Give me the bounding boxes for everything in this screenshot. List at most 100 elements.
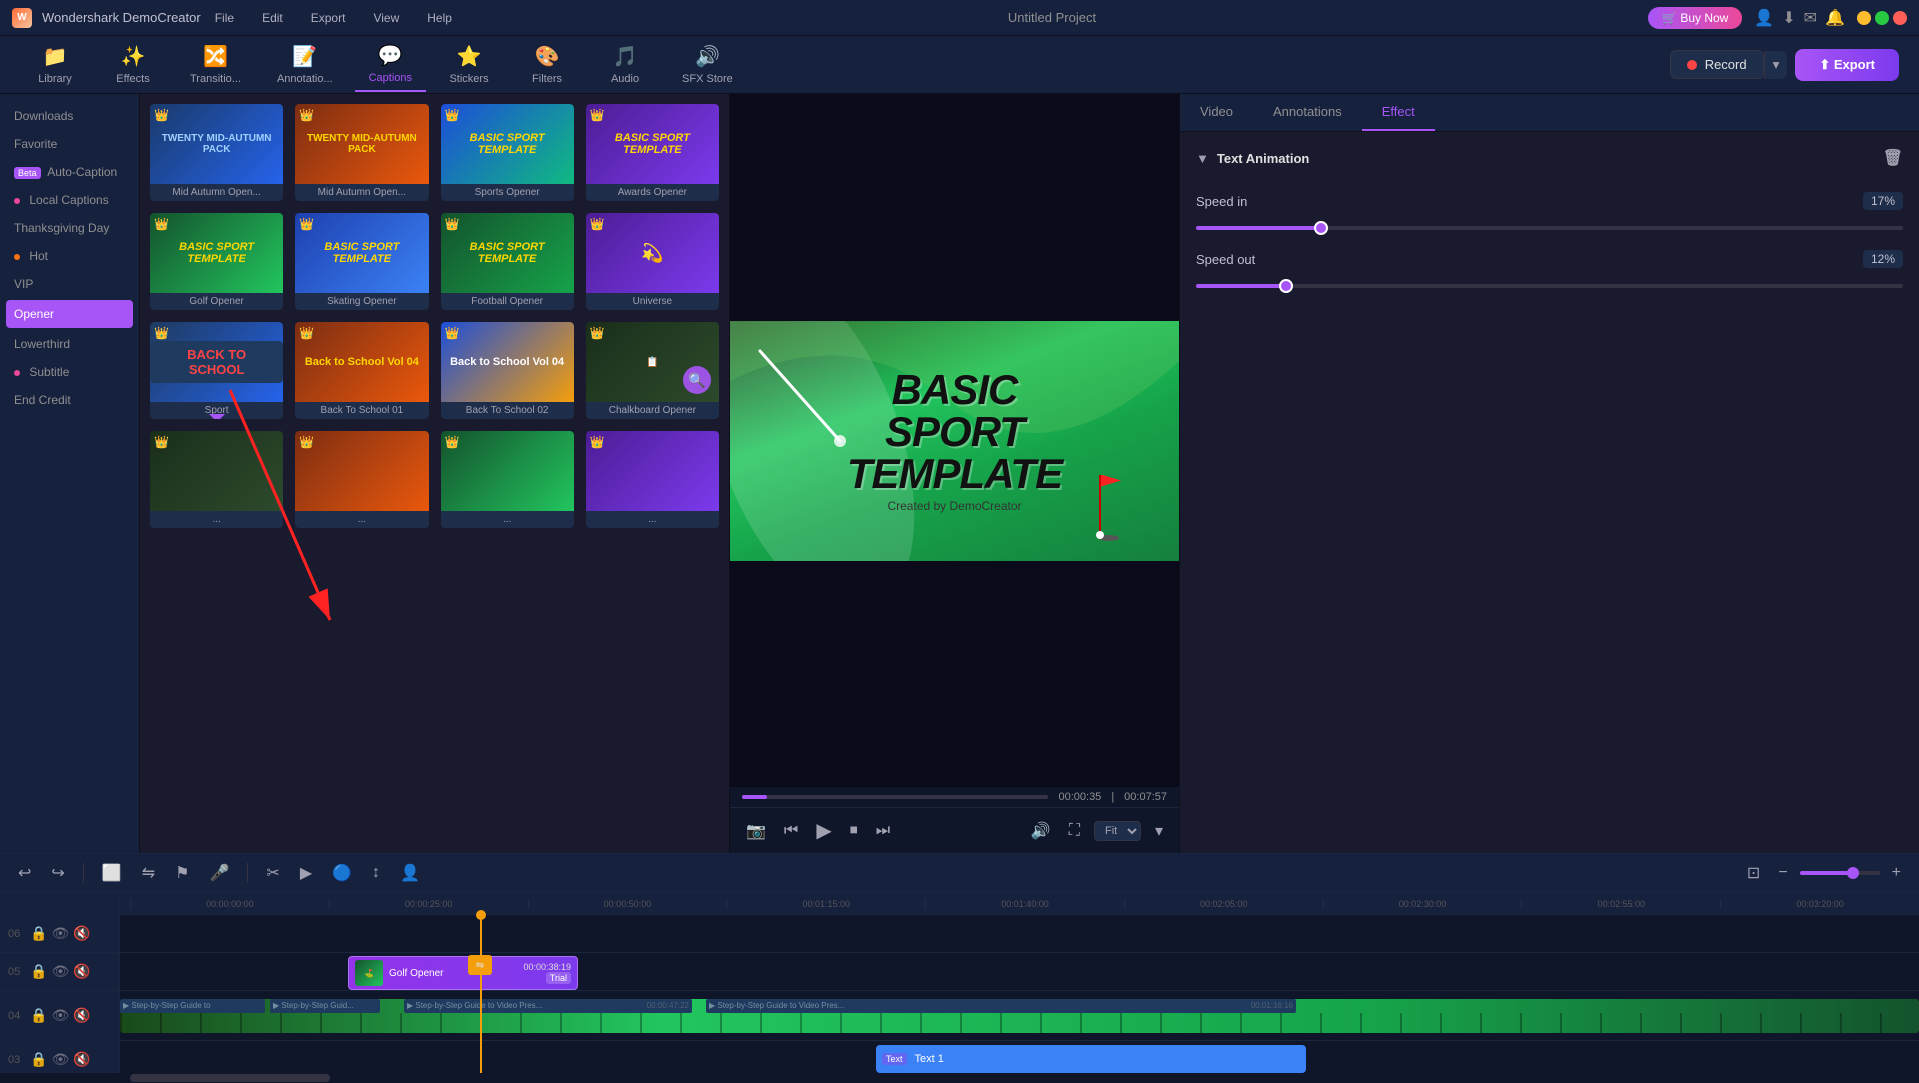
lock-icon-05[interactable]: 🔒 — [30, 963, 47, 980]
sidebar-item-autocaption[interactable]: Beta Auto-Caption — [0, 158, 139, 186]
sidebar-item-subtitle[interactable]: Subtitle — [0, 358, 139, 386]
transition-button[interactable]: 🔵 — [326, 860, 358, 886]
skip-back-button[interactable]: ⏮ — [780, 818, 802, 844]
sidebar-item-favorite[interactable]: Favorite — [0, 130, 139, 158]
eye-icon-04[interactable]: 👁 — [51, 1007, 69, 1024]
speed-in-slider[interactable] — [1196, 226, 1903, 230]
menu-export[interactable]: Export — [307, 9, 350, 27]
sidebar-item-lowerthird[interactable]: Lowerthird — [0, 330, 139, 358]
tool-library[interactable]: 📁 Library — [20, 38, 90, 91]
volume-button[interactable]: 🔊 — [1027, 817, 1055, 845]
lock-icon-06[interactable]: 🔒 — [30, 925, 47, 942]
zoom-in-button[interactable]: + — [1886, 861, 1907, 885]
sidebar-item-endcredit[interactable]: End Credit — [0, 386, 139, 414]
sidebar-item-downloads[interactable]: Downloads — [0, 102, 139, 130]
skip-forward-button[interactable]: ⏭ — [872, 818, 894, 844]
tool-effects[interactable]: ✨ Effects — [98, 38, 168, 91]
screenshot-button[interactable]: 📷 — [742, 817, 770, 845]
buy-button[interactable]: 🛒 Buy Now — [1648, 7, 1742, 29]
sidebar-item-vip[interactable]: VIP — [0, 270, 139, 298]
grid-item-chalkboard[interactable]: 👑 📋 🔍 Chalkboard Opener — [584, 320, 721, 421]
grid-item-sports[interactable]: 👑 BASIC SPORT TEMPLATE Sports Opener — [439, 102, 576, 203]
undo-button[interactable]: ↩ — [12, 860, 37, 886]
notification-icon[interactable]: 🔔 — [1825, 8, 1845, 28]
playback-button[interactable]: ▶ — [294, 860, 318, 886]
main-video-track[interactable]: ▶ Step-by-Step Guide to ▶ Step-by-Step G… — [120, 999, 1919, 1033]
grid-item-midautumn2[interactable]: 👑 TWENTY MID-AUTUMN PACK Mid Autumn Open… — [293, 102, 430, 203]
sidebar-item-thanksgiving[interactable]: Thanksgiving Day — [0, 214, 139, 242]
grid-item-golf[interactable]: 👑 BASIC SPORT TEMPLATE Golf Opener — [148, 211, 285, 312]
collab-button[interactable]: 👤 — [394, 860, 426, 886]
tool-captions[interactable]: 💬 Captions — [355, 37, 426, 92]
grid-item-backtoschool2[interactable]: 👑 Back to School Vol 04 Back To School 0… — [439, 320, 576, 421]
grid-item-sport[interactable]: 👑 BACK TO SCHOOL Sport — [148, 320, 285, 421]
grid-item-more3[interactable]: 👑 ... — [439, 429, 576, 530]
lock-icon-04[interactable]: 🔒 — [30, 1007, 47, 1024]
menu-view[interactable]: View — [369, 9, 403, 27]
speed-button[interactable]: ↕ — [366, 861, 386, 885]
tab-annotations[interactable]: Annotations — [1253, 94, 1362, 131]
delete-icon[interactable]: 🗑 — [1883, 148, 1903, 168]
eye-icon-05[interactable]: 👁 — [51, 963, 69, 980]
zoom-fit-button[interactable]: ⊡ — [1741, 860, 1766, 886]
split-button[interactable]: ⇋ — [136, 860, 161, 886]
fit-dropdown[interactable]: ▾ — [1151, 817, 1167, 845]
sidebar-item-opener[interactable]: Opener — [6, 300, 133, 328]
grid-item-universe[interactable]: 👑 💫 Universe — [584, 211, 721, 312]
cut-button[interactable]: ✂ — [260, 860, 285, 886]
eye-icon-06[interactable]: 👁 — [51, 925, 69, 942]
menu-edit[interactable]: Edit — [258, 9, 287, 27]
sidebar-item-hot[interactable]: Hot — [0, 242, 139, 270]
grid-item-awards[interactable]: 👑 BASIC SPORT TEMPLATE Awards Opener — [584, 102, 721, 203]
stop-button[interactable]: ⏹ — [846, 818, 862, 844]
tool-annotations[interactable]: 📝 Annotatio... — [263, 38, 347, 91]
lock-icon-03[interactable]: 🔒 — [30, 1051, 47, 1068]
grid-item-more2[interactable]: 👑 ... — [293, 429, 430, 530]
tool-audio[interactable]: 🎵 Audio — [590, 38, 660, 91]
mute-icon-06[interactable]: 🔇 — [73, 925, 90, 942]
chevron-icon[interactable]: ▼ — [1196, 151, 1209, 166]
tool-filters[interactable]: 🎨 Filters — [512, 38, 582, 91]
grid-item-backtoschool1[interactable]: 👑 Back to School Vol 04 Back To School 0… — [293, 320, 430, 421]
record-dropdown[interactable]: ▾ — [1764, 51, 1788, 79]
golf-opener-clip[interactable]: ⛳ Golf Opener 00:00:38:19 Trial — [348, 956, 578, 990]
menu-file[interactable]: File — [211, 9, 238, 27]
maximize-button[interactable] — [1875, 11, 1889, 25]
search-overlay[interactable]: 🔍 — [683, 366, 711, 394]
marker-button[interactable]: ⚑ — [169, 860, 195, 886]
message-icon[interactable]: ✉ — [1804, 8, 1817, 28]
preview-progress-bar[interactable] — [742, 795, 1048, 799]
close-button[interactable] — [1893, 11, 1907, 25]
zoom-out-button[interactable]: − — [1772, 861, 1793, 885]
speed-out-slider[interactable] — [1196, 284, 1903, 288]
text1-clip[interactable]: Text Text 1 — [876, 1045, 1306, 1073]
download-icon[interactable]: ⬇ — [1782, 8, 1795, 28]
trim-button[interactable]: ⬜ — [96, 860, 128, 886]
mute-icon-04[interactable]: 🔇 — [73, 1007, 90, 1024]
tl-hscroll-thumb[interactable] — [130, 1074, 330, 1082]
eye-icon-03[interactable]: 👁 — [51, 1051, 69, 1068]
sidebar-item-localcaptions[interactable]: Local Captions — [0, 186, 139, 214]
play-button[interactable]: ▶ — [812, 814, 835, 847]
mute-icon-05[interactable]: 🔇 — [73, 963, 90, 980]
tab-effect[interactable]: Effect — [1362, 94, 1435, 131]
user-icon[interactable]: 👤 — [1754, 8, 1774, 28]
grid-item-midautumn1[interactable]: 👑 TWENTY MID-AUTUMN PACK Mid Autumn Open… — [148, 102, 285, 203]
grid-item-more4[interactable]: 👑 ... — [584, 429, 721, 530]
grid-item-more1[interactable]: 👑 ... — [148, 429, 285, 530]
minimize-button[interactable] — [1857, 11, 1871, 25]
tool-stickers[interactable]: ⭐ Stickers — [434, 38, 504, 91]
fullscreen-button[interactable]: ⛶ — [1065, 818, 1084, 844]
record-audio-button[interactable]: 🎤 — [203, 860, 235, 886]
tab-video[interactable]: Video — [1180, 94, 1253, 131]
redo-button[interactable]: ↪ — [45, 860, 70, 886]
fit-select[interactable]: Fit — [1094, 821, 1141, 841]
mute-icon-03[interactable]: 🔇 — [73, 1051, 90, 1068]
zoom-slider[interactable] — [1800, 871, 1880, 875]
tool-transitions[interactable]: 🔀 Transitio... — [176, 38, 255, 91]
record-button[interactable]: Record — [1670, 50, 1764, 79]
export-button[interactable]: ⬆ Export — [1795, 49, 1899, 81]
tool-sfx[interactable]: 🔊 SFX Store — [668, 38, 747, 91]
grid-item-football[interactable]: 👑 BASIC SPORT TEMPLATE Football Opener — [439, 211, 576, 312]
menu-help[interactable]: Help — [423, 9, 456, 27]
